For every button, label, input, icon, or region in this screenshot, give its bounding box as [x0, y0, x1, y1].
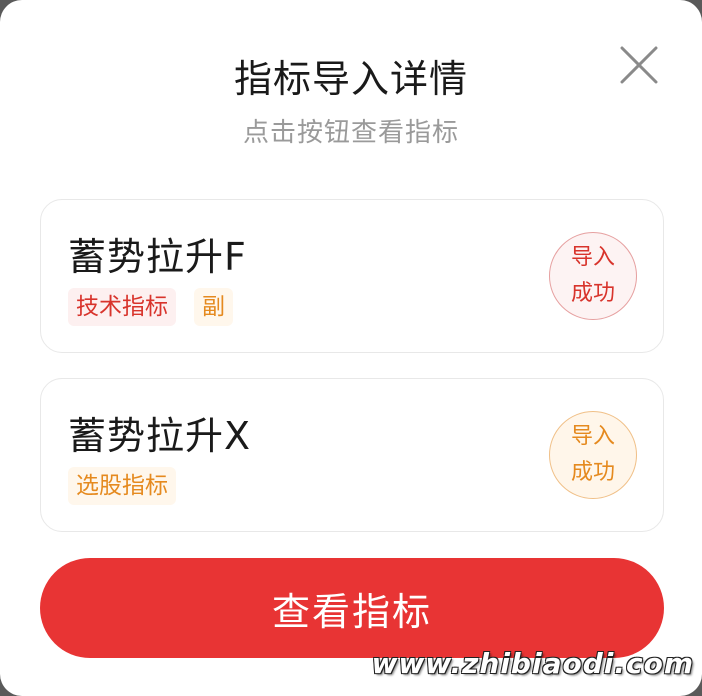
- status-badge: 导入 成功: [549, 232, 637, 320]
- watermark: www.zhibiaodi.com: [371, 647, 694, 680]
- tag-sub: 副: [194, 288, 233, 326]
- status-badge: 导入 成功: [549, 411, 637, 499]
- status-line-1: 导入: [570, 424, 615, 449]
- tag-technical: 技术指标: [68, 288, 176, 326]
- import-details-dialog: 指标导入详情 点击按钮查看指标 蓄势拉升F 技术指标 副 导入 成功 蓄势拉升X…: [0, 0, 702, 696]
- indicator-tags: 技术指标 副: [68, 288, 233, 326]
- status-line-2: 成功: [570, 460, 615, 485]
- status-line-2: 成功: [570, 281, 615, 306]
- dialog-subtitle: 点击按钮查看指标: [242, 118, 459, 148]
- close-icon: [620, 46, 658, 84]
- indicator-tags: 选股指标: [68, 467, 176, 505]
- close-button[interactable]: [618, 44, 660, 86]
- tag-stock-selection: 选股指标: [68, 467, 176, 505]
- indicator-name: 蓄势拉升F: [68, 235, 247, 279]
- status-line-1: 导入: [570, 245, 615, 270]
- view-indicators-button[interactable]: 查看指标: [40, 558, 664, 658]
- indicator-card: 蓄势拉升F 技术指标 副 导入 成功: [40, 199, 664, 353]
- indicator-name: 蓄势拉升X: [68, 414, 252, 458]
- indicator-card: 蓄势拉升X 选股指标 导入 成功: [40, 378, 664, 532]
- dialog-title: 指标导入详情: [233, 57, 468, 101]
